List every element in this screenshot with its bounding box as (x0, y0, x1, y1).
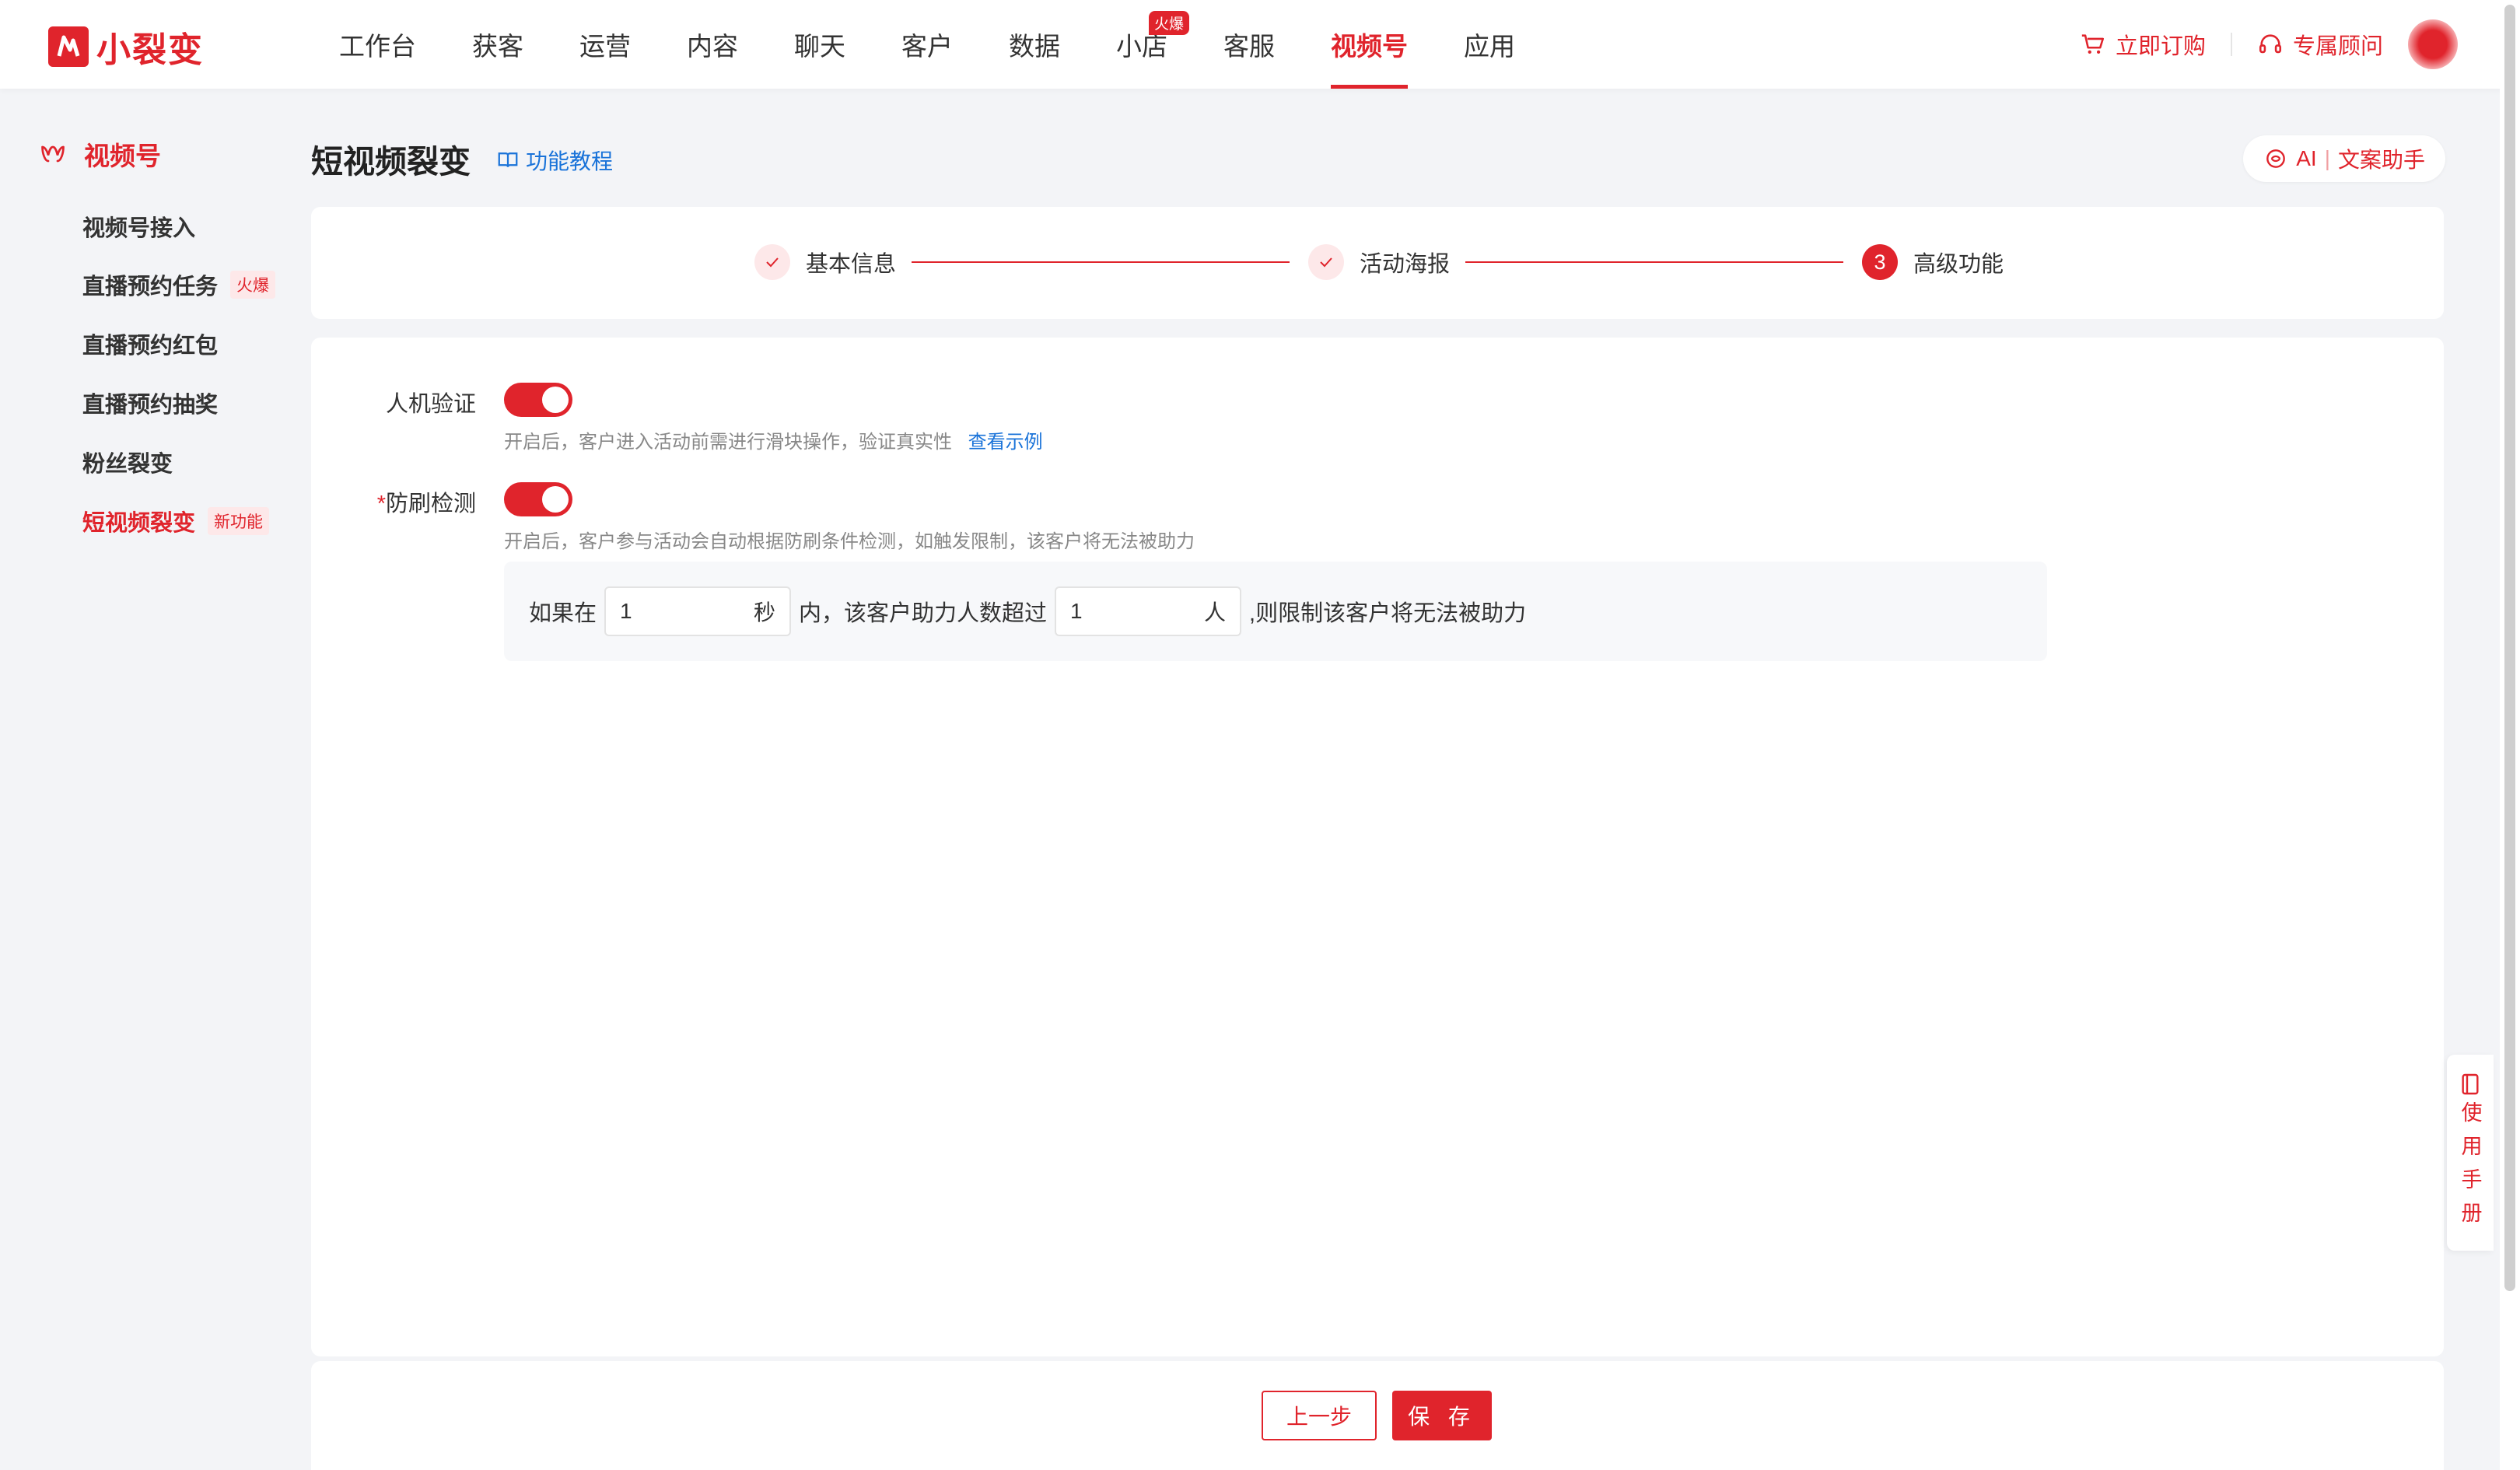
advisor-label: 专属顾问 (2292, 34, 2383, 59)
step-label: 高级功能 (1913, 252, 2004, 277)
people-input[interactable]: 1 人 (1055, 586, 1242, 636)
logo-icon (48, 26, 89, 67)
sidebar-item-live-task[interactable]: 直播预约任务 火爆 (82, 268, 276, 301)
nav-item-acquire[interactable]: 获客 (444, 0, 551, 89)
book-icon (498, 152, 518, 167)
hot-badge: 火爆 (1148, 11, 1189, 35)
ai-divider: | (2324, 146, 2330, 170)
sidebar-item-live-redpacket[interactable]: 直播预约红包 (82, 327, 218, 360)
main-nav: 工作台 获客 运营 内容 聊天 客户 数据 小店 火爆 客服 视频号 应用 (311, 0, 1543, 89)
step-connector (912, 261, 1290, 263)
tutorial-link[interactable]: 功能教程 (496, 145, 613, 176)
seconds-value: 1 (620, 599, 632, 623)
people-unit: 人 (1204, 600, 1227, 625)
nav-item-apps[interactable]: 应用 (1436, 0, 1543, 89)
step-basic-info[interactable]: 基本信息 (754, 244, 896, 280)
anti-fraud-rule: 如果在 1 秒 内，该客户助力人数超过 1 人 ,则限制该客户将无法被助力 (504, 562, 2047, 661)
brand-logo[interactable]: 小裂变 (48, 22, 204, 72)
sidebar-item-label: 粉丝裂变 (82, 452, 173, 477)
step-label: 活动海报 (1360, 252, 1451, 277)
captcha-label: 人机验证 (385, 392, 476, 417)
scrollbar-thumb[interactable] (2504, 5, 2515, 1291)
step-activity-poster[interactable]: 活动海报 (1308, 244, 1450, 280)
anti-fraud-toggle[interactable] (504, 482, 572, 516)
rule-suffix: ,则限制该客户将无法被助力 (1249, 601, 1527, 626)
step-connector (1465, 261, 1843, 263)
ai-tool-label: 文案助手 (2337, 148, 2425, 172)
nav-item-customer[interactable]: 客户 (873, 0, 981, 89)
buy-now-link[interactable]: 立即订购 (2080, 28, 2206, 61)
nav-item-video-channel[interactable]: 视频号 (1303, 0, 1436, 89)
rule-prefix: 如果在 (529, 601, 597, 626)
nav-item-data[interactable]: 数据 (981, 0, 1088, 89)
anti-fraud-label: *防刷检测 (305, 485, 476, 518)
manual-label: 使用手册 (2458, 1101, 2482, 1235)
nav-item-workbench[interactable]: 工作台 (311, 0, 444, 89)
user-avatar[interactable] (2408, 19, 2458, 69)
buy-now-label: 立即订购 (2115, 34, 2206, 59)
ai-label: AI (2296, 146, 2317, 170)
step-number: 3 (1862, 244, 1898, 280)
sidebar-item-label: 视频号接入 (82, 216, 196, 241)
ai-copywriter-button[interactable]: AI | 文案助手 (2243, 135, 2445, 182)
sidebar-item-fan-fission[interactable]: 粉丝裂变 (82, 446, 173, 478)
step-advanced[interactable]: 3 高级功能 (1862, 244, 2004, 280)
manual-book-icon (2462, 1073, 2479, 1095)
page-title: 短视频裂变 (311, 144, 471, 180)
rule-middle: 内，该客户助力人数超过 (799, 601, 1048, 626)
previous-step-button[interactable]: 上一步 (1262, 1391, 1377, 1440)
cart-icon (2081, 34, 2104, 54)
tutorial-label: 功能教程 (526, 149, 614, 173)
brand-name: 小裂变 (96, 31, 204, 69)
video-channel-icon (41, 145, 65, 163)
user-manual-button[interactable]: 使用手册 (2447, 1055, 2494, 1251)
advisor-link[interactable]: 专属顾问 (2257, 28, 2383, 61)
ai-sparkle-icon (2266, 149, 2286, 168)
header-actions: 立即订购 专属顾问 (2080, 0, 2458, 89)
save-button[interactable]: 保 存 (1392, 1391, 1492, 1440)
sidebar: 视频号 视频号接入 直播预约任务 火爆 直播预约红包 直播预约抽奖 粉丝裂变 短… (0, 89, 288, 1470)
check-icon (754, 244, 790, 280)
footer-bar: 上一步 保 存 (311, 1361, 2444, 1470)
seconds-input[interactable]: 1 秒 (604, 586, 792, 636)
headset-icon (2259, 34, 2282, 54)
sidebar-header: 视频号 (39, 135, 161, 173)
step-label: 基本信息 (806, 252, 897, 277)
sidebar-item-label: 直播预约抽奖 (82, 393, 219, 418)
top-header: 小裂变 工作台 获客 运营 内容 聊天 客户 数据 小店 火爆 客服 视频号 应… (0, 0, 2520, 89)
header-divider (2230, 33, 2232, 56)
sidebar-title: 视频号 (84, 142, 161, 170)
steps-card: 基本信息 活动海报 3 高级功能 (311, 207, 2444, 319)
nav-item-chat[interactable]: 聊天 (766, 0, 873, 89)
sidebar-item-label: 直播预约任务 (82, 275, 219, 299)
seconds-unit: 秒 (754, 600, 776, 625)
sidebar-item-label: 短视频裂变 (82, 511, 196, 536)
nav-item-content[interactable]: 内容 (659, 0, 766, 89)
sidebar-item-short-video-fission[interactable]: 短视频裂变 新功能 (82, 505, 270, 537)
captcha-hint-text: 开启后，客户进入活动前需进行滑块操作，验证真实性 (504, 432, 952, 453)
check-icon (1308, 244, 1344, 280)
form-card (311, 338, 2444, 1356)
required-mark: * (376, 492, 386, 516)
sidebar-item-live-lottery[interactable]: 直播预约抽奖 (82, 387, 218, 419)
sidebar-item-access[interactable]: 视频号接入 (82, 210, 195, 243)
people-value: 1 (1070, 599, 1083, 623)
anti-fraud-label-text: 防刷检测 (385, 492, 476, 516)
hot-tag: 火爆 (230, 271, 276, 299)
nav-item-service[interactable]: 客服 (1195, 0, 1303, 89)
anti-fraud-hint: 开启后，客户参与活动会自动根据防刷条件检测，如触发限制，该客户将无法被助力 (504, 531, 1195, 552)
view-example-link[interactable]: 查看示例 (968, 432, 1043, 453)
sidebar-item-label: 直播预约红包 (82, 334, 219, 359)
captcha-toggle[interactable] (504, 383, 572, 417)
nav-item-shop[interactable]: 小店 火爆 (1088, 0, 1195, 89)
new-feature-tag: 新功能 (208, 507, 270, 535)
nav-item-operation[interactable]: 运营 (551, 0, 659, 89)
captcha-hint: 开启后，客户进入活动前需进行滑块操作，验证真实性 查看示例 (504, 426, 1043, 453)
